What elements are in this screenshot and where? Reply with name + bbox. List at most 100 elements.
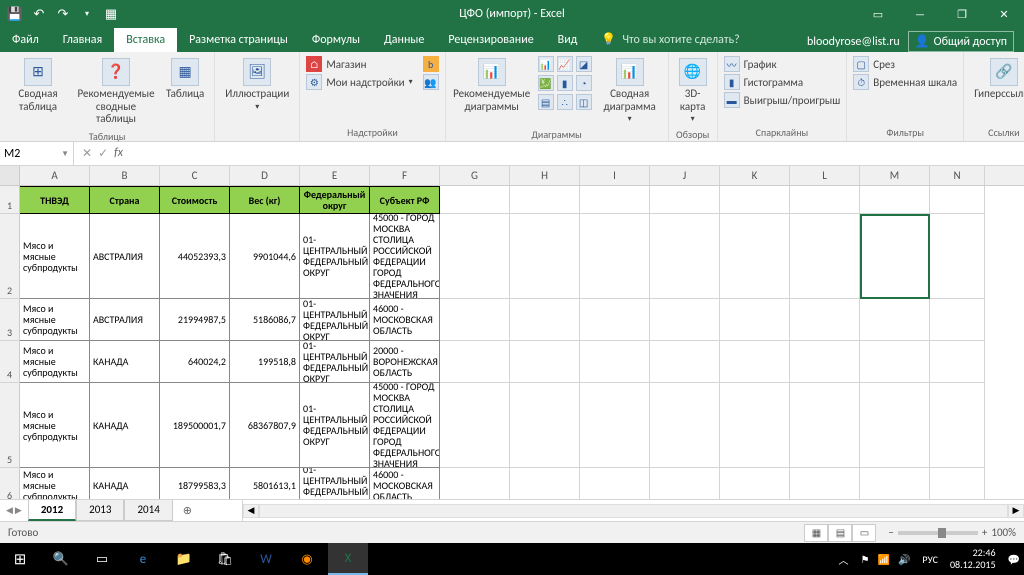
cell[interactable] — [930, 214, 985, 299]
cell[interactable] — [440, 214, 510, 299]
cell[interactable] — [510, 341, 580, 383]
cell[interactable]: АВСТРАЛИЯ — [90, 299, 160, 341]
cell[interactable] — [930, 299, 985, 341]
language-indicator[interactable]: РУС — [922, 553, 938, 566]
notifications-icon[interactable]: 💬 — [1008, 553, 1020, 566]
wifi-icon[interactable]: 📶 — [878, 553, 890, 566]
explorer-app-icon[interactable]: 📁 — [164, 543, 204, 575]
hscroll-right-icon[interactable]: ▶ — [1008, 504, 1024, 518]
cell[interactable]: КАНАДА — [90, 468, 160, 499]
cell[interactable]: Мясо и мясные субпродукты — [20, 299, 90, 341]
cell[interactable] — [440, 383, 510, 468]
cell[interactable]: Стоимость — [160, 186, 230, 214]
col-header[interactable]: B — [90, 166, 160, 185]
cell[interactable]: 01-ЦЕНТРАЛЬНЫЙ ФЕДЕРАЛЬНЫЙ ОКРУГ — [300, 341, 370, 383]
sheet-next-icon[interactable]: ▶ — [15, 505, 22, 516]
col-header[interactable]: L — [790, 166, 860, 185]
line-chart-icon[interactable]: 📈 — [557, 56, 573, 72]
tree-chart-icon[interactable]: ◪ — [576, 56, 592, 72]
cell[interactable]: 21994987,5 — [160, 299, 230, 341]
cell[interactable] — [930, 383, 985, 468]
cell[interactable] — [860, 214, 930, 299]
tab-Формулы[interactable]: Формулы — [300, 28, 372, 52]
col-header[interactable]: J — [650, 166, 720, 185]
pie-chart-icon[interactable]: ◔ — [576, 75, 592, 91]
col-header[interactable]: C — [160, 166, 230, 185]
zoom-level[interactable]: 100% — [991, 526, 1016, 539]
cell[interactable] — [650, 214, 720, 299]
bar-chart-icon[interactable]: ▤ — [538, 94, 554, 110]
cell[interactable]: 5801613,1 — [230, 468, 300, 499]
people-icon[interactable]: 👥 — [423, 74, 439, 90]
view-normal-icon[interactable]: ▦ — [804, 524, 828, 542]
3d-map-button[interactable]: 🌐3D-карта▾ — [675, 56, 711, 126]
cell[interactable]: 5186086,7 — [230, 299, 300, 341]
row-header[interactable]: 1 — [0, 186, 20, 214]
cell[interactable] — [860, 299, 930, 341]
cell[interactable] — [510, 468, 580, 499]
cell[interactable] — [440, 186, 510, 214]
cell[interactable] — [930, 186, 985, 214]
cell[interactable]: Субъект РФ — [370, 186, 440, 214]
cell[interactable] — [860, 468, 930, 499]
cell[interactable]: 45000 - ГОРОД МОСКВА СТОЛИЦА РОССИЙСКОЙ … — [370, 383, 440, 468]
view-layout-icon[interactable]: ▤ — [828, 524, 852, 542]
cell[interactable] — [650, 299, 720, 341]
ribbon-options-icon[interactable]: ▭ — [858, 0, 898, 28]
store-button[interactable]: ⌂Магазин — [306, 56, 412, 72]
cell[interactable] — [580, 468, 650, 499]
sheet-tab[interactable]: 2012 — [28, 500, 76, 521]
cell[interactable] — [440, 468, 510, 499]
minimize-button[interactable]: — — [900, 0, 940, 28]
cell[interactable] — [650, 186, 720, 214]
row-header[interactable]: 3 — [0, 299, 20, 341]
col-header[interactable]: K — [720, 166, 790, 185]
hscroll-track[interactable] — [259, 504, 1008, 518]
cell[interactable] — [720, 214, 790, 299]
cell[interactable]: КАНАДА — [90, 383, 160, 468]
column-chart-icon[interactable]: 📊 — [538, 56, 554, 72]
cell[interactable] — [930, 468, 985, 499]
cell[interactable] — [790, 299, 860, 341]
cell[interactable] — [860, 186, 930, 214]
cell[interactable] — [720, 383, 790, 468]
tab-Вид[interactable]: Вид — [546, 28, 590, 52]
col-header[interactable]: M — [860, 166, 930, 185]
cell[interactable]: 20000 - ВОРОНЕЖСКАЯ ОБЛАСТЬ — [370, 341, 440, 383]
cell[interactable]: Вес (кг) — [230, 186, 300, 214]
timeline-button[interactable]: ⏱Временная шкала — [853, 74, 957, 90]
sheet-tab[interactable]: 2013 — [76, 500, 124, 521]
account-email[interactable]: bloodyrose@list.ru — [807, 35, 900, 49]
edge-app-icon[interactable]: e — [123, 543, 163, 575]
cell[interactable]: 199518,8 — [230, 341, 300, 383]
redo-icon[interactable]: ↷ — [56, 7, 70, 21]
combo-chart-icon[interactable]: ◫ — [576, 94, 592, 110]
row-header[interactable]: 2 — [0, 214, 20, 299]
cell[interactable] — [580, 214, 650, 299]
cell[interactable]: Федеральный округ — [300, 186, 370, 214]
word-app-icon[interactable]: W — [246, 543, 286, 575]
row-header[interactable]: 4 — [0, 341, 20, 383]
cell[interactable]: 44052393,3 — [160, 214, 230, 299]
cell[interactable]: 9901044,6 — [230, 214, 300, 299]
cell[interactable]: Страна — [90, 186, 160, 214]
rec-pivot-button[interactable]: ❓Рекомендуемые сводные таблицы — [76, 56, 156, 128]
row-header[interactable]: 6 — [0, 468, 20, 499]
qat-form-icon[interactable]: ▦ — [104, 7, 118, 21]
cell[interactable]: АВСТРАЛИЯ — [90, 214, 160, 299]
cell[interactable] — [580, 341, 650, 383]
my-addins-button[interactable]: ⚙Мои надстройки▾ — [306, 74, 412, 90]
cell[interactable] — [790, 468, 860, 499]
sheet-prev-icon[interactable]: ◀ — [6, 505, 13, 516]
cell[interactable]: 01-ЦЕНТРАЛЬНЫЙ ФЕДЕРАЛЬНЫЙ ОКРУГ — [300, 214, 370, 299]
tab-Главная[interactable]: Главная — [51, 28, 114, 52]
cell[interactable]: 01-ЦЕНТРАЛЬНЫЙ ФЕДЕРАЛЬНЫЙ ОКРУГ — [300, 383, 370, 468]
cell[interactable] — [650, 341, 720, 383]
hist-chart-icon[interactable]: ▮ — [557, 75, 573, 91]
cell[interactable]: КАНАДА — [90, 341, 160, 383]
cell[interactable]: 01-ЦЕНТРАЛЬНЫЙ ФЕДЕРАЛЬНЫЙ ОКРУГ — [300, 468, 370, 499]
cell[interactable] — [790, 341, 860, 383]
flag-icon[interactable]: ⚑ — [861, 553, 870, 566]
qat-more-icon[interactable]: ▾ — [80, 7, 94, 21]
undo-icon[interactable]: ↶ — [32, 7, 46, 21]
